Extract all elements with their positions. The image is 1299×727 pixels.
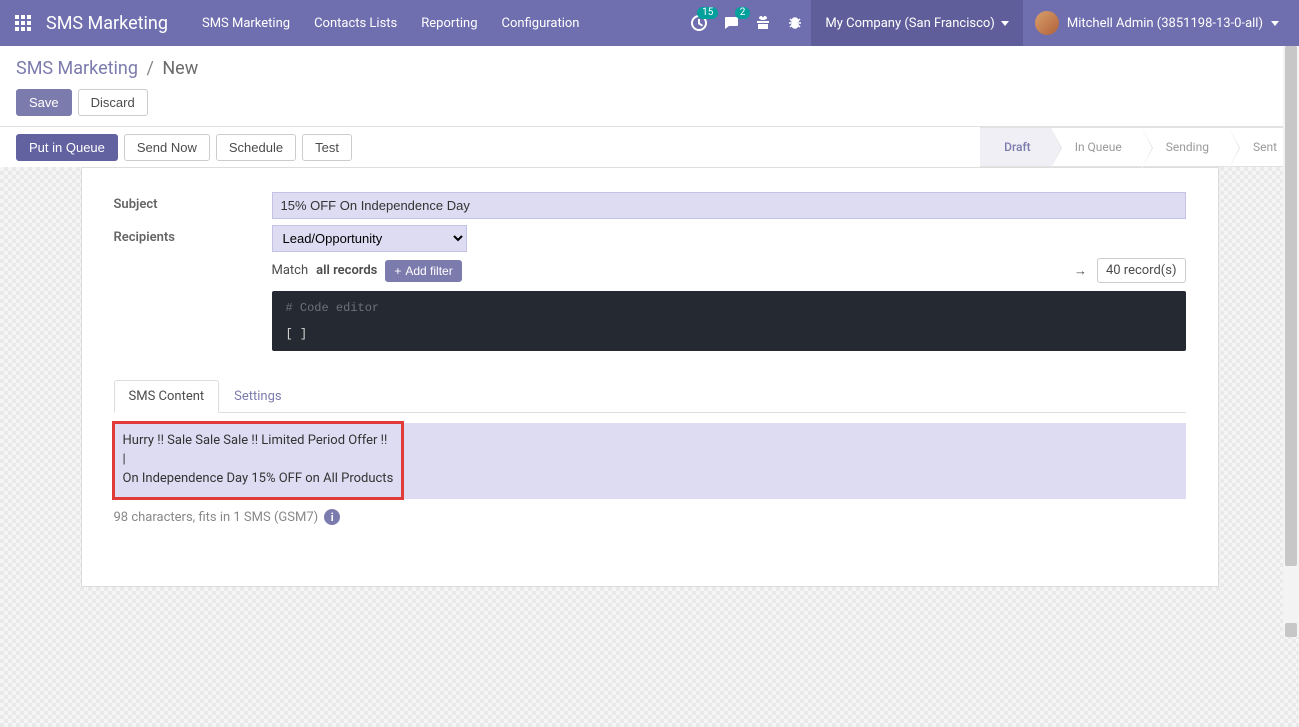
- avatar: [1035, 11, 1059, 35]
- tab-sms-content[interactable]: SMS Content: [114, 380, 220, 413]
- gift-icon[interactable]: [747, 7, 779, 39]
- match-prefix: Match: [272, 263, 309, 278]
- nav-link-configuration[interactable]: Configuration: [492, 10, 590, 37]
- form-sheet: Subject Recipients Lead/Opportunity Matc…: [81, 167, 1219, 587]
- code-body: [ ]: [286, 327, 1172, 341]
- activity-icon[interactable]: 15: [683, 7, 715, 39]
- subject-input[interactable]: [272, 192, 1186, 219]
- recipients-select[interactable]: Lead/Opportunity: [272, 225, 467, 252]
- test-button[interactable]: Test: [302, 134, 352, 161]
- record-count[interactable]: 40 record(s): [1097, 258, 1186, 283]
- match-all-records: all records: [316, 263, 377, 278]
- add-filter-button[interactable]: + Add filter: [385, 260, 461, 282]
- nav-link-reporting[interactable]: Reporting: [411, 10, 487, 37]
- code-comment: # Code editor: [286, 301, 1172, 315]
- status-draft[interactable]: Draft: [980, 127, 1051, 167]
- top-navbar: SMS Marketing SMS Marketing Contacts Lis…: [0, 0, 1299, 46]
- action-bar: Put in Queue Send Now Schedule Test Draf…: [0, 127, 1299, 167]
- info-icon[interactable]: i: [324, 509, 340, 525]
- put-in-queue-button[interactable]: Put in Queue: [16, 134, 118, 161]
- tab-bar: SMS Content Settings: [114, 379, 1186, 413]
- tab-settings[interactable]: Settings: [219, 380, 296, 413]
- sms-char-counter: 98 characters, fits in 1 SMS (GSM7) i: [114, 509, 1186, 525]
- company-switcher[interactable]: My Company (San Francisco): [811, 0, 1022, 46]
- recipients-label: Recipients: [114, 225, 272, 245]
- nav-links: SMS Marketing Contacts Lists Reporting C…: [192, 10, 590, 37]
- caret-down-icon: [1001, 21, 1009, 26]
- sms-body-field[interactable]: Hurry !! Sale Sale Sale !! Limited Perio…: [114, 423, 1186, 499]
- control-panel: SMS Marketing / New Save Discard: [0, 46, 1299, 127]
- status-in-queue[interactable]: In Queue: [1051, 127, 1142, 167]
- status-sending[interactable]: Sending: [1142, 127, 1229, 167]
- breadcrumb: SMS Marketing / New: [16, 58, 1283, 79]
- scrollbar-down-icon[interactable]: [1285, 623, 1297, 637]
- save-button[interactable]: Save: [16, 89, 72, 116]
- apps-icon[interactable]: [8, 8, 38, 38]
- nav-link-contacts-lists[interactable]: Contacts Lists: [304, 10, 407, 37]
- breadcrumb-parent[interactable]: SMS Marketing: [16, 58, 138, 79]
- plus-icon: +: [394, 264, 401, 278]
- user-menu[interactable]: Mitchell Admin (3851198-13-0-all): [1023, 0, 1291, 46]
- vertical-scrollbar[interactable]: [1283, 46, 1299, 637]
- statusbar: Draft In Queue Sending Sent: [980, 127, 1299, 167]
- send-now-button[interactable]: Send Now: [124, 134, 210, 161]
- caret-down-icon: [1271, 21, 1279, 26]
- nav-link-sms-marketing[interactable]: SMS Marketing: [192, 10, 300, 37]
- breadcrumb-sep: /: [146, 58, 153, 79]
- user-name: Mitchell Admin (3851198-13-0-all): [1067, 16, 1263, 31]
- company-name: My Company (San Francisco): [825, 16, 994, 31]
- sheet-background: Subject Recipients Lead/Opportunity Matc…: [0, 167, 1299, 727]
- breadcrumb-current: New: [162, 58, 198, 79]
- arrow-right-icon: →: [1074, 263, 1087, 279]
- discard-button[interactable]: Discard: [78, 89, 148, 116]
- domain-code-editor[interactable]: # Code editor [ ]: [272, 291, 1186, 351]
- bug-icon[interactable]: [779, 7, 811, 39]
- app-brand[interactable]: SMS Marketing: [46, 13, 192, 34]
- highlight-annotation: Hurry !! Sale Sale Sale !! Limited Perio…: [112, 421, 405, 500]
- scrollbar-thumb[interactable]: [1285, 46, 1297, 566]
- subject-label: Subject: [114, 192, 272, 212]
- schedule-button[interactable]: Schedule: [216, 134, 296, 161]
- discuss-icon[interactable]: 2: [715, 7, 747, 39]
